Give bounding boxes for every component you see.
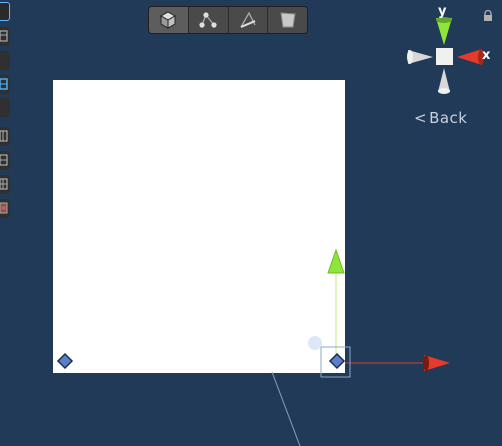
pivot-indicator [308, 336, 322, 350]
x-axis-label: x [482, 48, 491, 63]
view-back-button[interactable]: < Back [414, 109, 468, 127]
back-label: Back [429, 109, 468, 127]
center-cube[interactable] [436, 48, 453, 65]
vertex-handle-right[interactable] [328, 352, 346, 370]
move-gizmo-y-axis[interactable] [327, 248, 345, 355]
vertex-handle-left[interactable] [56, 352, 74, 370]
lock-icon[interactable] [482, 10, 494, 22]
back-arrow-icon: < [414, 109, 428, 127]
edge-guide-line [271, 371, 301, 446]
y-axis-label: y [438, 4, 447, 19]
move-gizmo-x-axis[interactable] [345, 355, 450, 371]
